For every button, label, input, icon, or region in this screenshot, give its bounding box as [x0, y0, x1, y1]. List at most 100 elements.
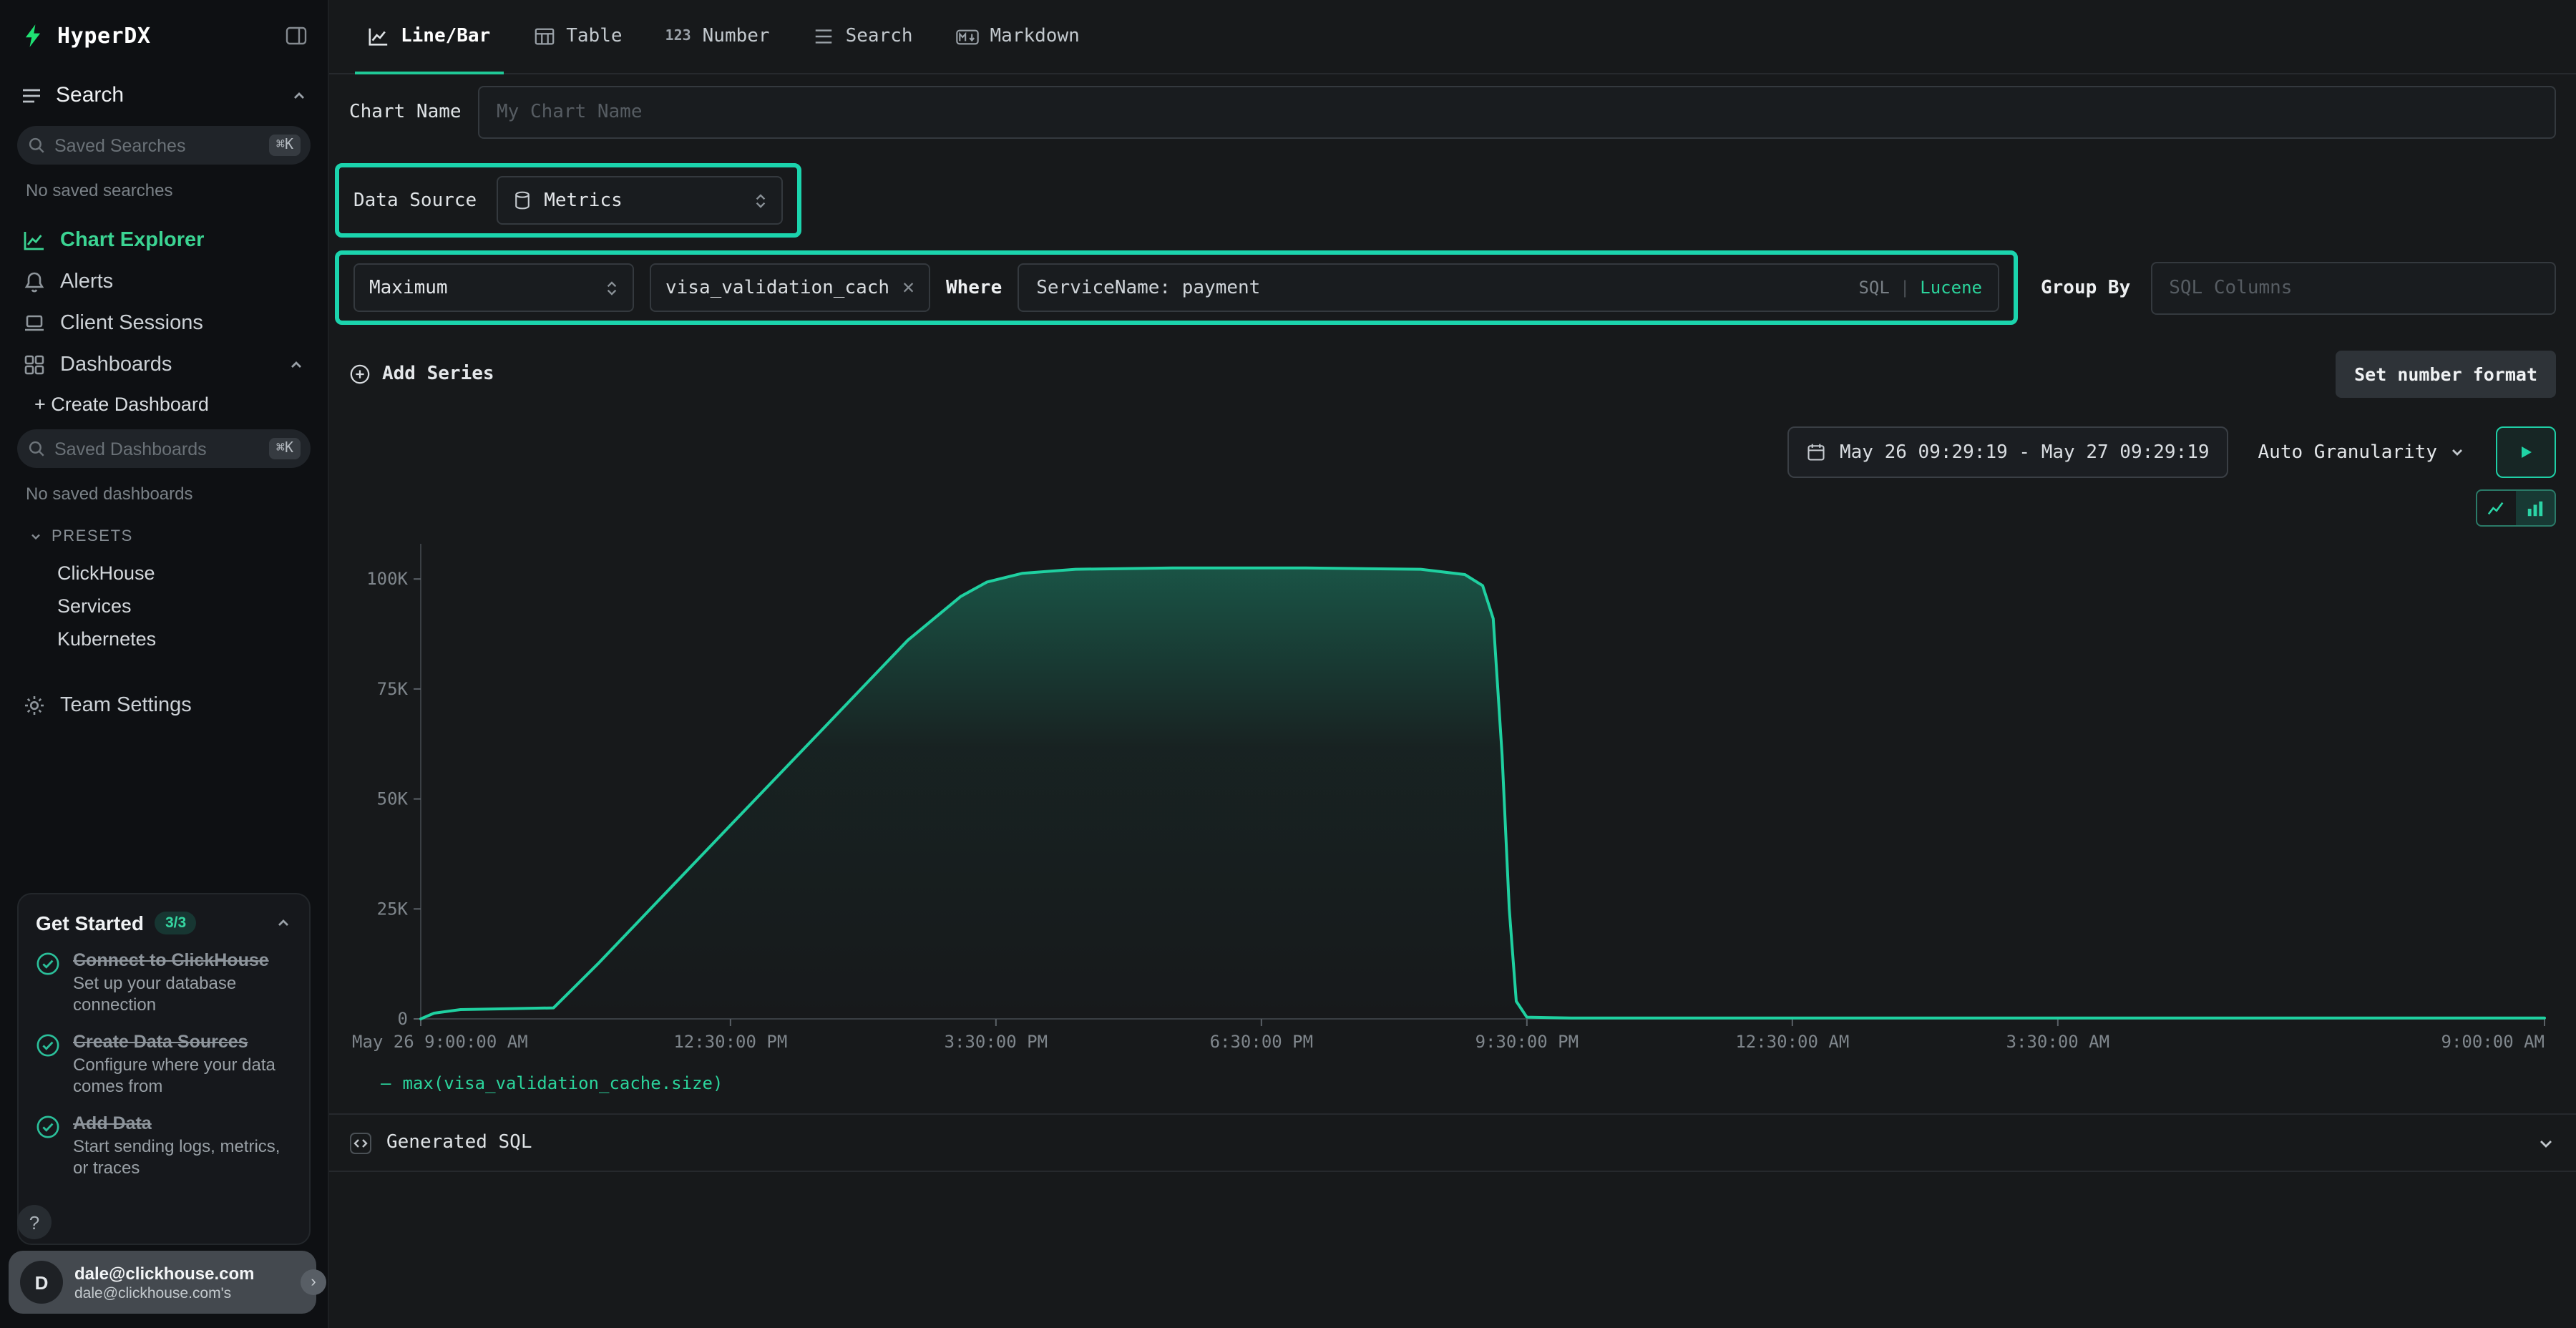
task-desc: Start sending logs, metrics, or traces — [73, 1136, 292, 1179]
sidebar-item-label: Chart Explorer — [60, 228, 204, 251]
sidebar-item-alerts[interactable]: Alerts — [17, 260, 311, 302]
get-started-item-connect[interactable]: Connect to ClickHouse Set up your databa… — [36, 950, 292, 1016]
sidebar: HyperDX Search ⌘K No saved searches — [0, 0, 329, 1328]
check-circle-icon — [36, 1115, 60, 1179]
plus-circle-icon — [349, 363, 371, 385]
sidebar-item-label: Client Sessions — [60, 311, 203, 334]
date-range-input[interactable]: May 26 09:29:19 - May 27 09:29:19 — [1788, 426, 2228, 478]
svg-text:9:30:00 PM: 9:30:00 PM — [1475, 1032, 1579, 1052]
collapse-sidebar-icon[interactable] — [285, 24, 308, 47]
presets-toggle[interactable]: PRESETS — [20, 528, 308, 545]
actions-row: Add Series Set number format — [329, 351, 2576, 398]
sidebar-item-label: Team Settings — [60, 693, 192, 716]
chevron-right-icon[interactable]: › — [301, 1269, 326, 1295]
preset-kubernetes[interactable]: Kubernetes — [17, 622, 311, 655]
tab-label: Search — [846, 26, 913, 47]
user-menu[interactable]: D dale@clickhouse.com dale@clickhouse.co… — [9, 1251, 316, 1314]
where-input[interactable] — [1018, 263, 1999, 312]
tab-line-bar[interactable]: Line/Bar — [349, 0, 509, 73]
logo-row: HyperDX — [20, 23, 308, 49]
preset-services[interactable]: Services — [17, 590, 311, 622]
bar-chart-toggle[interactable] — [2516, 491, 2555, 525]
get-started-title: Get Started — [36, 912, 144, 934]
chevron-up-icon[interactable] — [288, 356, 305, 373]
tab-table[interactable]: Table — [514, 0, 640, 73]
chart-explorer-main: Line/Bar Table 123 Number Search — [329, 0, 2576, 1328]
data-source-select[interactable]: Metrics — [497, 176, 783, 225]
get-started-header[interactable]: Get Started 3/3 — [36, 912, 292, 934]
granularity-select[interactable]: Auto Granularity — [2250, 426, 2474, 478]
tab-markdown[interactable]: Markdown — [937, 0, 1098, 73]
avatar: D — [20, 1261, 63, 1304]
chart-display-toggle — [2476, 489, 2556, 527]
set-number-format-button[interactable]: Set number format — [2336, 351, 2556, 398]
tab-label: Number — [703, 26, 770, 47]
svg-text:3:30:00 PM: 3:30:00 PM — [945, 1032, 1048, 1052]
group-by-input[interactable] — [2150, 261, 2556, 314]
kbd-shortcut: ⌘K — [269, 135, 301, 156]
tab-label: Markdown — [990, 26, 1080, 47]
saved-dashboards-search[interactable]: ⌘K — [17, 429, 311, 468]
aggregation-select[interactable]: Maximum — [353, 263, 634, 312]
chart-name-input[interactable] — [478, 86, 2556, 139]
get-started-progress-badge: 3/3 — [155, 912, 196, 934]
sidebar-item-label: Dashboards — [60, 353, 172, 376]
query-language-toggle: SQL | Lucene — [1858, 278, 1982, 298]
create-dashboard-button[interactable]: + Create Dashboard — [20, 394, 308, 415]
bell-icon — [23, 270, 46, 293]
line-chart-icon — [368, 26, 389, 47]
search-section-header[interactable]: Search — [20, 83, 308, 107]
saved-dashboards-input[interactable] — [54, 439, 260, 459]
task-desc: Configure where your data comes from — [73, 1055, 292, 1098]
chart-area[interactable]: 025K50K75K100KMay 26 9:00:00 AM12:30:00 … — [329, 527, 2576, 1093]
saved-searches-input[interactable] — [54, 135, 260, 155]
add-series-button[interactable]: Add Series — [349, 363, 494, 385]
chevron-down-icon[interactable] — [2536, 1133, 2556, 1153]
tab-number[interactable]: 123 Number — [647, 0, 789, 73]
series-row: Maximum visa_validation_cach ✕ Where SQL… — [329, 250, 2576, 325]
tab-search[interactable]: Search — [794, 0, 932, 73]
table-icon — [533, 26, 555, 47]
search-section-label: Search — [56, 83, 124, 107]
svg-text:100K: 100K — [366, 569, 408, 589]
aggregation-value: Maximum — [369, 277, 448, 298]
no-saved-dashboards-text: No saved dashboards — [20, 484, 308, 504]
line-chart-toggle[interactable] — [2477, 491, 2516, 525]
chevron-up-icon[interactable] — [291, 87, 308, 104]
calendar-icon — [1807, 442, 1827, 462]
sidebar-item-team-settings[interactable]: Team Settings — [17, 684, 311, 726]
number-123-icon: 123 — [665, 29, 691, 44]
play-icon — [2517, 444, 2534, 461]
run-query-button[interactable] — [2496, 426, 2556, 478]
generated-sql-toggle[interactable]: Generated SQL — [329, 1113, 2576, 1172]
lucene-mode-button[interactable]: Lucene — [1920, 278, 1982, 298]
get-started-item-sources[interactable]: Create Data Sources Configure where your… — [36, 1032, 292, 1098]
hyperdx-logo-icon — [20, 23, 46, 49]
chart-legend[interactable]: — max(visa_validation_cache.size) — [349, 1059, 2556, 1093]
remove-metric-icon[interactable]: ✕ — [902, 276, 914, 299]
line-chart-canvas[interactable]: 025K50K75K100KMay 26 9:00:00 AM12:30:00 … — [349, 532, 2556, 1059]
help-button[interactable]: ? — [17, 1205, 52, 1239]
sidebar-item-dashboards[interactable]: Dashboards — [17, 343, 311, 385]
display-toggle-row — [329, 489, 2576, 527]
no-saved-searches-text: No saved searches — [20, 180, 308, 200]
legend-dash: — — [381, 1073, 391, 1093]
saved-searches-search[interactable]: ⌘K — [17, 126, 311, 165]
data-source-label: Data Source — [353, 190, 477, 211]
svg-text:50K: 50K — [377, 789, 409, 809]
data-source-value: Metrics — [544, 190, 623, 211]
sql-mode-button[interactable]: SQL — [1858, 278, 1889, 298]
user-org: dale@clickhouse.com's — [74, 1284, 255, 1302]
chevron-up-icon[interactable] — [275, 914, 292, 932]
controls-row: May 26 09:29:19 - May 27 09:29:19 Auto G… — [329, 426, 2576, 478]
get-started-item-add-data[interactable]: Add Data Start sending logs, metrics, or… — [36, 1113, 292, 1179]
metric-chip[interactable]: visa_validation_cach ✕ — [650, 263, 930, 312]
select-caret-icon — [605, 278, 618, 297]
sidebar-item-chart-explorer[interactable]: Chart Explorer — [17, 219, 311, 260]
preset-clickhouse[interactable]: ClickHouse — [17, 557, 311, 590]
svg-text:9:00:00 AM: 9:00:00 AM — [2441, 1032, 2545, 1052]
chart-name-row: Chart Name — [329, 86, 2576, 139]
task-title: Add Data — [73, 1113, 292, 1133]
chart-type-tabbar: Line/Bar Table 123 Number Search — [329, 0, 2576, 74]
sidebar-item-client-sessions[interactable]: Client Sessions — [17, 302, 311, 343]
